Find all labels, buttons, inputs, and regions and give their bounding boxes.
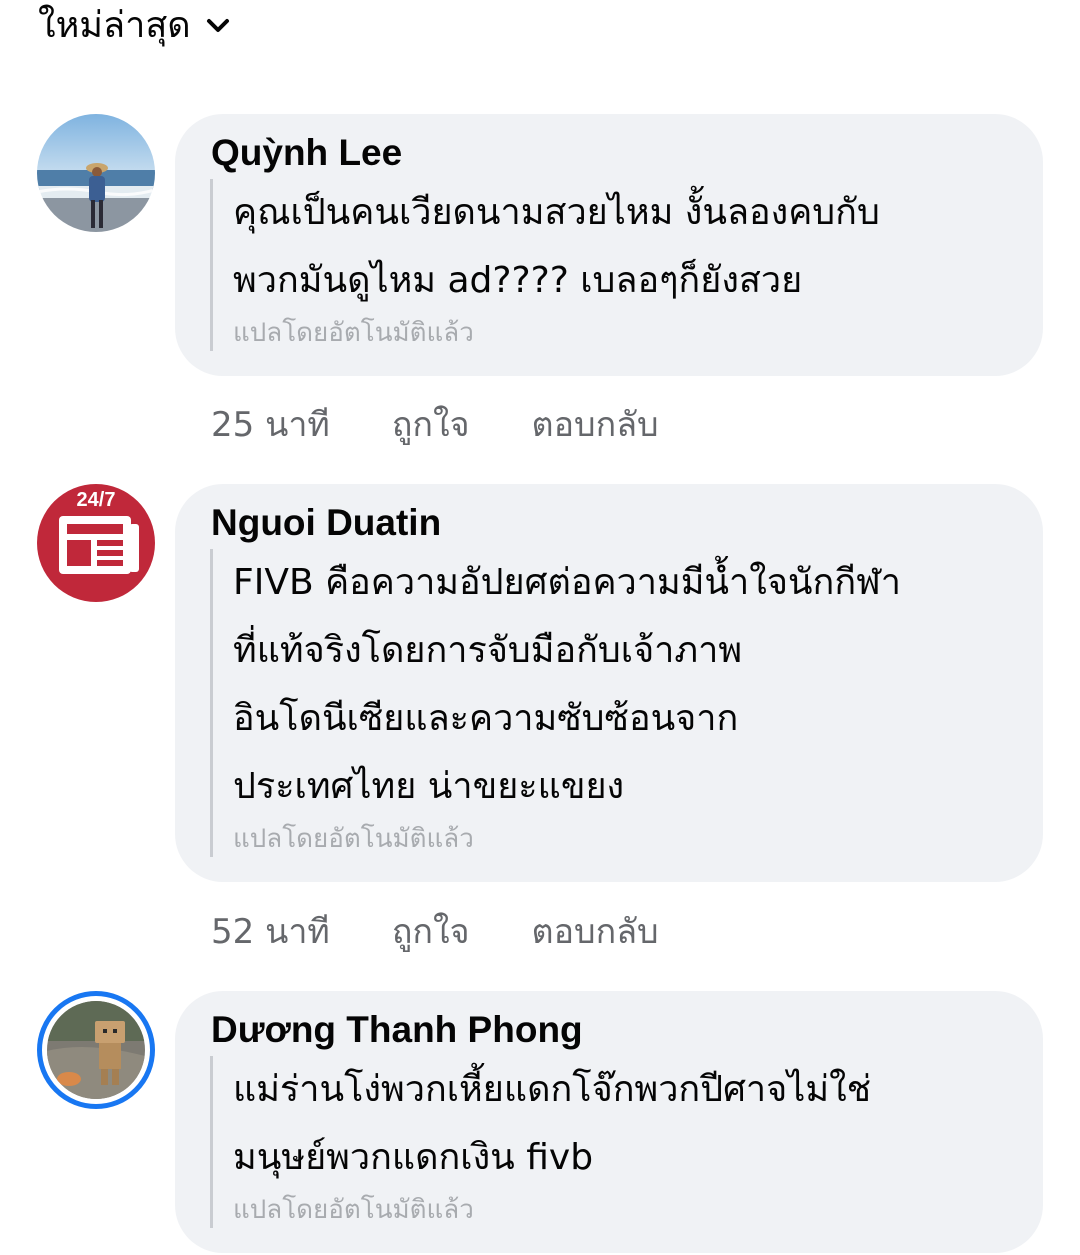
translated-note[interactable]: แปลโดยอัตโนมัติแล้ว	[233, 315, 1013, 351]
avatar-badge-text: 24/7	[77, 489, 116, 511]
comment-quote: แม่ร่านโง่พวกเหี้ยแดกโจ๊กพวกปีศาจไม่ใช่ …	[210, 1056, 1013, 1228]
comment-quote: คุณเป็นคนเวียดนามสวยไหม งั้นลองคบกับ พวก…	[210, 179, 1013, 351]
comment-text: คุณเป็นคนเวียดนามสวยไหม งั้นลองคบกับ พวก…	[233, 192, 880, 301]
avatar[interactable]	[37, 991, 155, 1109]
like-button[interactable]: ถูกใจ	[392, 904, 470, 958]
avatar-image	[47, 1001, 145, 1099]
comment-author[interactable]: Quỳnh Lee	[211, 132, 402, 174]
comment-author[interactable]: Nguoi Duatin	[211, 502, 441, 544]
comment-text: FIVB คือความอัปยศต่อความมีน้ำใจนักกีฬา ท…	[233, 562, 901, 807]
comment-actions: 52 นาที ถูกใจ ตอบกลับ	[211, 906, 659, 956]
comment-time[interactable]: 25 นาที	[211, 397, 330, 451]
avatar[interactable]: 24/7	[37, 484, 155, 602]
comment-quote: FIVB คือความอัปยศต่อความมีน้ำใจนักกีฬา ท…	[210, 549, 1013, 857]
comment-bubble: Quỳnh Lee คุณเป็นคนเวียดนามสวยไหม งั้นลอ…	[175, 114, 1043, 376]
translated-note[interactable]: แปลโดยอัตโนมัติแล้ว	[233, 821, 1013, 857]
comments-page: ใหม่ล่าสุด Quỳnh Lee คุณเป็นคนเวียดนามสว…	[0, 0, 1080, 1255]
comment-author[interactable]: Dương Thanh Phong	[211, 1009, 583, 1051]
comment-bubble: Nguoi Duatin FIVB คือความอัปยศต่อความมีน…	[175, 484, 1043, 882]
sort-label: ใหม่ล่าสุด	[38, 5, 191, 46]
like-button[interactable]: ถูกใจ	[392, 397, 470, 451]
comment-text: แม่ร่านโง่พวกเหี้ยแดกโจ๊กพวกปีศาจไม่ใช่ …	[233, 1069, 872, 1178]
reply-button[interactable]: ตอบกลับ	[532, 397, 659, 451]
avatar[interactable]	[37, 114, 155, 232]
translated-note[interactable]: แปลโดยอัตโนมัติแล้ว	[233, 1192, 1013, 1228]
chevron-down-icon	[205, 13, 231, 39]
comment-time[interactable]: 52 นาที	[211, 904, 330, 958]
sort-dropdown[interactable]: ใหม่ล่าสุด	[38, 0, 231, 52]
comment-actions: 25 นาที ถูกใจ ตอบกลับ	[211, 399, 659, 449]
comment-bubble: Dương Thanh Phong แม่ร่านโง่พวกเหี้ยแดกโ…	[175, 991, 1043, 1253]
reply-button[interactable]: ตอบกลับ	[532, 904, 659, 958]
